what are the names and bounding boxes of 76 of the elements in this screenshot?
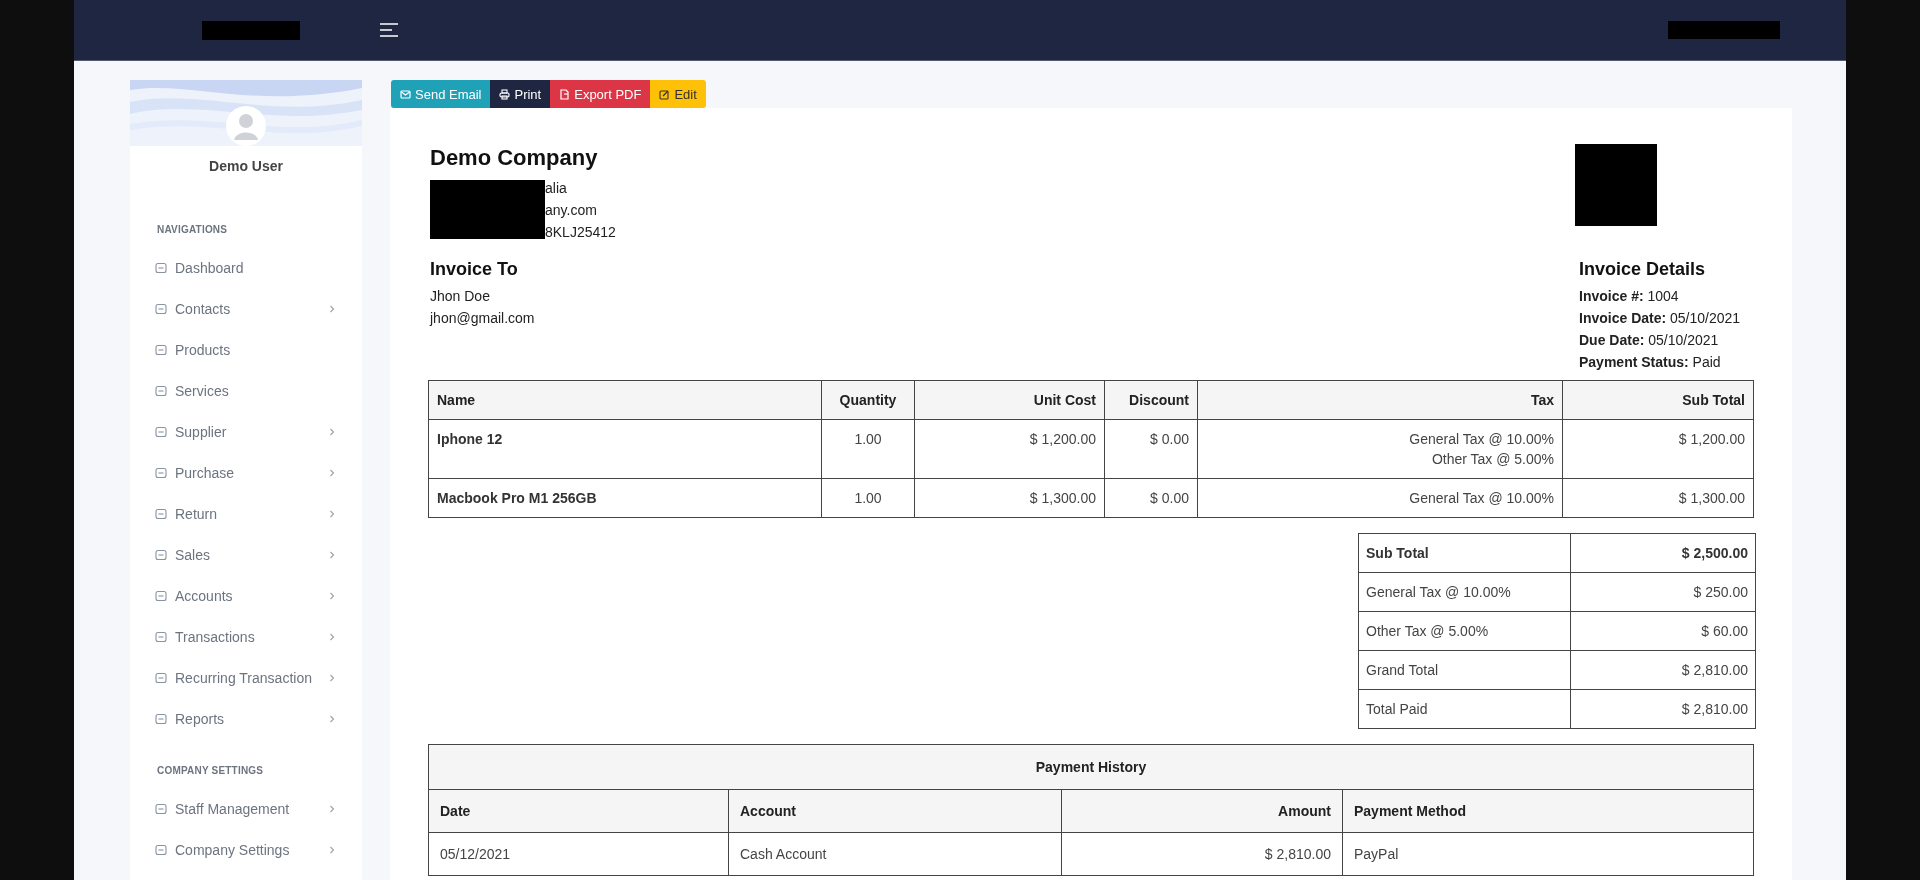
- nav-item[interactable]: Staff Management: [130, 788, 362, 829]
- column-header: Amount: [1061, 789, 1343, 833]
- nav-item[interactable]: Services: [130, 370, 362, 411]
- envelope-icon: [400, 88, 411, 100]
- column-header: Account: [728, 789, 1062, 833]
- table-cell: General Tax @ 10.00%: [1358, 572, 1571, 612]
- bill-to-line: jhon@gmail.com: [430, 310, 535, 326]
- printer-icon: [499, 88, 511, 100]
- nav-item[interactable]: Dashboard: [130, 247, 362, 288]
- nav-item[interactable]: Company Settings: [130, 829, 362, 870]
- table-cell: Grand Total: [1358, 650, 1571, 690]
- bill-to-heading: Invoice To: [430, 258, 519, 280]
- nav-item[interactable]: Purchase: [130, 452, 362, 493]
- table-cell: 05/12/2021: [428, 832, 729, 876]
- table-cell: 1.00: [821, 419, 915, 479]
- nav-item[interactable]: Return: [130, 493, 362, 534]
- nav-item[interactable]: Contacts: [130, 288, 362, 329]
- document-icon: [559, 88, 571, 100]
- nav-item[interactable]: Reports: [130, 698, 362, 739]
- detail-field: Due Date: 05/10/2021: [1579, 332, 1754, 348]
- avatar-icon: [226, 106, 266, 146]
- column-header: Sub Total: [1562, 380, 1754, 420]
- table-cell: PayPal: [1342, 832, 1754, 876]
- table-cell: Total Paid: [1358, 689, 1571, 729]
- details-heading: Invoice Details: [1579, 258, 1707, 280]
- column-header: Unit Cost: [914, 380, 1105, 420]
- pencil-icon: [659, 88, 671, 100]
- column-header: Tax: [1197, 380, 1563, 420]
- table-cell: Cash Account: [728, 832, 1062, 876]
- section-heading: NAVIGATIONS: [156, 224, 229, 235]
- column-header: Discount: [1104, 380, 1198, 420]
- bill-to-line: Jhon Doe: [430, 288, 491, 304]
- table-cell: $ 1,300.00: [914, 478, 1105, 518]
- nav-item[interactable]: Accounts: [130, 575, 362, 616]
- user-name: Demo User: [208, 158, 284, 174]
- table-cell: Macbook Pro M1 256GB: [428, 478, 822, 518]
- section-heading: COMPANY SETTINGS: [156, 765, 265, 776]
- address-line: any.com: [545, 202, 598, 218]
- table-cell: General Tax @ 10.00%: [1197, 478, 1563, 518]
- nav-item[interactable]: Sales: [130, 534, 362, 575]
- address-line: 8KLJ25412: [545, 224, 616, 240]
- table-cell: $ 1,200.00: [1562, 419, 1754, 479]
- nav-item[interactable]: Transactions: [130, 616, 362, 657]
- column-header: Name: [428, 380, 822, 420]
- email-button[interactable]: Send Email: [391, 80, 491, 108]
- column-header: Payment Method: [1342, 789, 1754, 833]
- nav-item[interactable]: Recurring Transaction: [130, 657, 362, 698]
- address-line: alia: [545, 180, 568, 196]
- table-cell: Sub Total: [1358, 533, 1571, 573]
- pdf-button[interactable]: Export PDF: [550, 80, 651, 108]
- table-cell: $ 2,810.00: [1061, 832, 1343, 876]
- table-title: Payment History: [428, 744, 1754, 790]
- detail-field: Invoice #: 1004: [1579, 288, 1754, 304]
- table-cell: $ 60.00: [1570, 611, 1756, 651]
- print-button[interactable]: Print: [490, 80, 551, 108]
- table-cell: General Tax @ 10.00% Other Tax @ 5.00%: [1197, 419, 1563, 479]
- detail-field: Payment Status: Paid: [1579, 354, 1754, 370]
- company-name: Demo Company: [430, 144, 599, 172]
- table-cell: $ 0.00: [1104, 419, 1198, 479]
- menu-icon[interactable]: [379, 22, 399, 38]
- table-cell: $ 1,300.00: [1562, 478, 1754, 518]
- table-cell: $ 1,200.00: [914, 419, 1105, 479]
- column-header: Quantity: [821, 380, 915, 420]
- table-cell: Iphone 12: [428, 419, 822, 479]
- table-cell: 1.00: [821, 478, 915, 518]
- table-cell: $ 0.00: [1104, 478, 1198, 518]
- table-cell: $ 250.00: [1570, 572, 1756, 612]
- table-cell: $ 2,810.00: [1570, 689, 1756, 729]
- edit-button[interactable]: Edit: [650, 80, 706, 108]
- detail-field: Invoice Date: 05/10/2021: [1579, 310, 1754, 326]
- column-header: Date: [428, 789, 729, 833]
- nav-item[interactable]: Products: [130, 329, 362, 370]
- table-cell: Other Tax @ 5.00%: [1358, 611, 1571, 651]
- table-cell: $ 2,810.00: [1570, 650, 1756, 690]
- table-cell: $ 2,500.00: [1570, 533, 1756, 573]
- nav-item[interactable]: Supplier: [130, 411, 362, 452]
